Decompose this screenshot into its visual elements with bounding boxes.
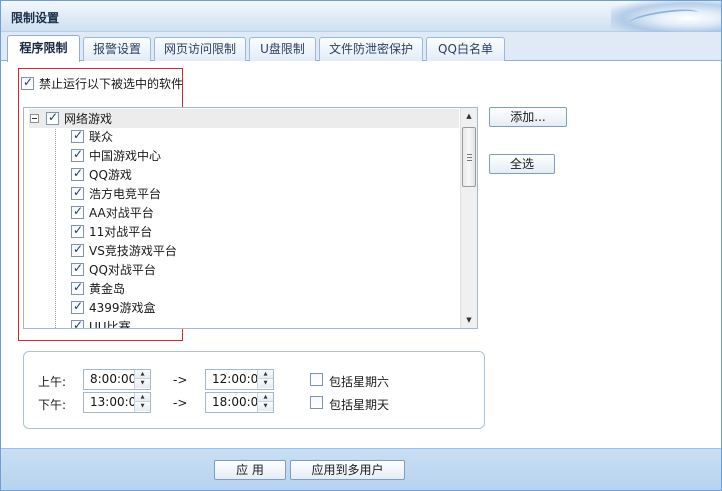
tree-scrollbar[interactable]: ▲ ▼ [460, 108, 477, 328]
tree-item-label: 联众 [89, 130, 114, 144]
spin-down-icon[interactable]: ▼ [258, 379, 273, 388]
scrollbar-thumb[interactable] [462, 127, 476, 187]
software-tree-list[interactable]: 网络游戏 联众 中国游戏中心 QQ游戏 浩方电竞平台 AA对战平台 11对战平台 [23, 107, 478, 329]
tree-checkbox[interactable] [46, 110, 59, 125]
pm-end-time-input[interactable]: 18:00:00 ▲ ▼ [205, 392, 274, 413]
tree-item[interactable]: VS竞技游戏平台 [71, 241, 177, 260]
title-bar: 限制设置 [1, 1, 721, 32]
tree-item-label: 网络游戏 [64, 112, 113, 126]
tree-connector-line [55, 122, 56, 328]
tree-item[interactable]: 4399游戏盒 [71, 298, 156, 317]
title-decoration-icon [611, 1, 721, 32]
add-button[interactable]: 添加... [489, 107, 567, 127]
block-software-label: 禁止运行以下被选中的软件 [39, 76, 184, 91]
tree-item-label: 浩方电竞平台 [89, 187, 162, 201]
tree-checkbox[interactable] [71, 223, 84, 238]
scroll-up-icon[interactable]: ▲ [461, 108, 477, 124]
tree-item-label: 4399游戏盒 [89, 301, 156, 315]
spin-up-icon[interactable]: ▲ [258, 393, 273, 402]
tree-item-label: 黄金岛 [89, 282, 126, 296]
grip-icon [467, 154, 472, 161]
tree-checkbox[interactable] [71, 299, 84, 314]
time-value: 8:00:00 [90, 372, 137, 386]
spin-up-icon[interactable]: ▲ [135, 393, 150, 402]
tree-item-label: UU比赛 [89, 320, 131, 329]
spinner-buttons: ▲ ▼ [257, 393, 273, 412]
block-selected-software-option[interactable]: 禁止运行以下被选中的软件 [21, 75, 183, 91]
tree-item[interactable]: 浩方电竞平台 [71, 184, 161, 203]
tab-usb-limit[interactable]: U盘限制 [249, 37, 316, 61]
tree-checkbox[interactable] [71, 147, 84, 162]
include-sunday-checkbox[interactable] [310, 396, 323, 409]
apply-to-multiple-users-button[interactable]: 应用到多用户 [290, 460, 405, 480]
tree-checkbox[interactable] [71, 185, 84, 200]
am-end-time-input[interactable]: 12:00:00 ▲ ▼ [205, 369, 274, 390]
spinner-buttons: ▲ ▼ [257, 370, 273, 389]
tree-item-label: 11对战平台 [89, 225, 153, 239]
tab-file-leak-protection[interactable]: 文件防泄密保护 [319, 37, 423, 61]
tree-item-label: QQ对战平台 [89, 263, 156, 277]
tree-item[interactable]: 11对战平台 [71, 222, 152, 241]
tab-web-access-limit[interactable]: 网页访问限制 [154, 37, 246, 61]
time-range-panel: 上午: 8:00:00 ▲ ▼ -> 12:00:00 ▲ ▼ 包括星期六 下午… [23, 351, 485, 429]
tree-item-label: AA对战平台 [89, 206, 154, 220]
spin-up-icon[interactable]: ▲ [258, 370, 273, 379]
tree-item-label: QQ游戏 [89, 168, 132, 182]
tab-bar: 程序限制 报警设置 网页访问限制 U盘限制 文件防泄密保护 QQ白名单 [1, 32, 721, 62]
tree-item[interactable]: AA对战平台 [71, 203, 154, 222]
am-start-time-input[interactable]: 8:00:00 ▲ ▼ [83, 369, 151, 390]
restriction-settings-window: 限制设置 程序限制 报警设置 网页访问限制 U盘限制 文件防泄密保护 QQ白名单… [0, 0, 722, 491]
block-software-checkbox[interactable] [21, 75, 34, 90]
tree-checkbox[interactable] [71, 318, 84, 328]
include-saturday-label: 包括星期六 [329, 375, 390, 389]
tab-program-limit[interactable]: 程序限制 [7, 35, 80, 62]
range-arrow: -> [173, 396, 188, 410]
footer-bar: 应 用 应用到多用户 [1, 448, 721, 490]
tab-qq-whitelist[interactable]: QQ白名单 [426, 37, 505, 61]
apply-button[interactable]: 应 用 [214, 460, 286, 480]
select-all-button[interactable]: 全选 [489, 154, 555, 174]
range-arrow: -> [173, 373, 188, 387]
am-label: 上午: [38, 375, 67, 389]
tree-checkbox[interactable] [71, 261, 84, 276]
include-sunday-label: 包括星期天 [329, 398, 390, 412]
tree-root-online-games[interactable]: 网络游戏 [29, 109, 459, 128]
spin-down-icon[interactable]: ▼ [258, 402, 273, 411]
tree-item[interactable]: 联众 [71, 127, 113, 146]
pm-start-time-input[interactable]: 13:00:00 ▲ ▼ [83, 392, 151, 413]
tree-item-label: VS竞技游戏平台 [89, 244, 177, 258]
include-saturday-checkbox[interactable] [310, 373, 323, 386]
tree-item[interactable]: UU比赛 [71, 317, 131, 329]
window-title: 限制设置 [11, 11, 60, 25]
tree-item[interactable]: 黄金岛 [71, 279, 125, 298]
spin-down-icon[interactable]: ▼ [135, 379, 150, 388]
tree-checkbox[interactable] [71, 128, 84, 143]
tree-item[interactable]: QQ对战平台 [71, 260, 156, 279]
tab-alarm-settings[interactable]: 报警设置 [83, 37, 151, 61]
spinner-buttons: ▲ ▼ [134, 393, 150, 412]
tree-checkbox[interactable] [71, 166, 84, 181]
tree-checkbox[interactable] [71, 242, 84, 257]
tree-checkbox[interactable] [71, 280, 84, 295]
collapse-icon[interactable] [30, 114, 39, 123]
tree-checkbox[interactable] [71, 204, 84, 219]
spin-up-icon[interactable]: ▲ [135, 370, 150, 379]
tree-item[interactable]: 中国游戏中心 [71, 146, 161, 165]
tree-item-label: 中国游戏中心 [89, 149, 162, 163]
scroll-down-icon[interactable]: ▼ [461, 312, 477, 328]
spin-down-icon[interactable]: ▼ [135, 402, 150, 411]
spinner-buttons: ▲ ▼ [134, 370, 150, 389]
pm-label: 下午: [38, 398, 67, 412]
tree-item[interactable]: QQ游戏 [71, 165, 132, 184]
